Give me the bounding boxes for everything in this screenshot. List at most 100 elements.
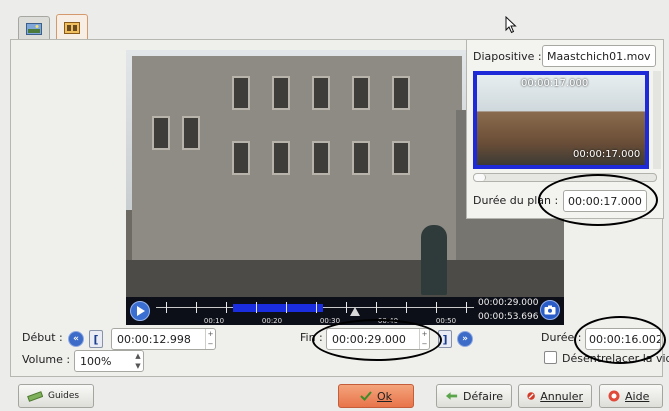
debut-field[interactable]: 00:00:12.998 + −	[111, 328, 216, 350]
window	[392, 141, 410, 175]
window	[392, 76, 410, 110]
fin-label: Fin :	[300, 331, 323, 344]
thumbnail-end-time: 00:00:17.000	[573, 149, 641, 160]
window	[352, 141, 370, 175]
duree-value: 00:00:16.002	[589, 332, 660, 346]
guides-label: Guides	[48, 391, 80, 401]
mouse-cursor-icon	[505, 16, 517, 34]
video-frame-building	[132, 56, 462, 266]
deinterlace-checkbox[interactable]	[544, 351, 557, 364]
timeline-tick	[166, 302, 167, 313]
timeline-tick	[226, 302, 227, 313]
window	[272, 141, 290, 175]
guides-button[interactable]: Guides	[18, 384, 94, 408]
bracket-close-icon: ]	[442, 332, 448, 346]
diapositive-value: Maastchich01.mov	[547, 49, 651, 63]
go-to-end-button[interactable]: »	[457, 331, 473, 347]
spin-arrows[interactable]: + −	[419, 329, 429, 349]
rewind-icon: «	[73, 334, 79, 344]
set-start-button[interactable]: [	[89, 330, 103, 348]
volume-value: 100%	[80, 354, 112, 368]
scrollbar-thumb[interactable]	[474, 174, 486, 181]
diapositive-field[interactable]: Maastchich01.mov	[542, 45, 656, 67]
spin-down-icon[interactable]: −	[422, 340, 428, 348]
timeline-tick	[436, 302, 437, 313]
cancel-label: Annuler	[540, 389, 583, 403]
cancel-icon	[527, 392, 535, 400]
duree-label: Durée :	[541, 331, 582, 344]
fast-forward-icon: »	[462, 334, 468, 344]
window	[352, 76, 370, 110]
playhead-marker[interactable]	[350, 307, 360, 316]
window	[232, 76, 250, 110]
duree-plan-field[interactable]: 00:00:17.000	[563, 190, 647, 212]
snapshot-button[interactable]	[540, 300, 560, 320]
go-to-start-button[interactable]: «	[68, 331, 84, 347]
duree-plan-value: 00:00:17.000	[568, 194, 642, 208]
spin-arrows[interactable]: + −	[205, 329, 215, 349]
duree-plan-label: Durée du plan :	[473, 194, 559, 207]
tab-video[interactable]	[56, 14, 88, 40]
timeline-label: 00:30	[319, 317, 341, 325]
play-icon	[136, 306, 145, 316]
debut-value: 00:00:12.998	[117, 332, 191, 346]
ok-button[interactable]: Ok	[338, 384, 414, 408]
ok-label: Ok	[376, 389, 393, 403]
thumbnail-horizontal-scrollbar[interactable]	[473, 173, 657, 182]
play-button[interactable]	[130, 301, 150, 321]
camera-icon	[544, 305, 556, 315]
debut-label: Début :	[22, 331, 63, 344]
window	[232, 141, 250, 175]
video-frame-cyclist	[421, 225, 447, 295]
spin-up-icon[interactable]: +	[422, 330, 428, 338]
diapositive-label: Diapositive :	[473, 50, 542, 63]
timeline-tick	[376, 302, 377, 313]
tab-image[interactable]	[18, 16, 50, 40]
video-frame-street	[126, 260, 564, 297]
spin-down-icon[interactable]: −	[208, 340, 214, 348]
timeline-label: 00:20	[261, 317, 283, 325]
volume-label: Volume :	[22, 353, 71, 366]
cancel-button[interactable]: Annuler	[518, 384, 592, 408]
thumbnail-start-time: 00:00:17.000	[521, 78, 589, 89]
slide-thumbnail[interactable]: 00:00:17.000 00:00:17.000	[473, 71, 649, 169]
bracket-open-icon: [	[93, 332, 99, 346]
timeline-tick	[256, 302, 257, 313]
set-end-button[interactable]: ]	[438, 330, 452, 348]
window	[152, 116, 170, 150]
player-controls: 00:10 00:20 00:30 00:40 00:50 00:00:29.0…	[126, 297, 564, 325]
select-arrows-icon: ▲ ▼	[135, 352, 141, 370]
window	[312, 141, 330, 175]
fin-field[interactable]: 00:00:29.000 + −	[326, 328, 430, 350]
image-icon	[26, 22, 42, 35]
timeline-tick	[406, 302, 407, 313]
window	[182, 116, 200, 150]
timeline-label: 00:10	[203, 317, 225, 325]
thumbnail-vertical-scrollbar[interactable]	[653, 71, 661, 169]
timeline-tick	[466, 302, 467, 313]
spin-up-icon[interactable]: +	[208, 330, 214, 338]
timeline-label: 00:50	[435, 317, 457, 325]
window	[312, 76, 330, 110]
help-label: Aide	[625, 389, 650, 403]
video-clip-icon	[64, 21, 80, 34]
current-time: 00:00:29.000	[478, 298, 539, 308]
total-time: 00:00:53.696	[478, 312, 539, 322]
deinterlace-label: Désentrelacer la vidéo	[562, 352, 669, 365]
ruler-icon	[27, 391, 43, 402]
timeline-tick	[196, 302, 197, 313]
duree-field[interactable]: 00:00:16.002	[585, 328, 661, 350]
fin-value: 00:00:29.000	[332, 332, 406, 346]
undo-button[interactable]: Défaire	[436, 384, 512, 408]
help-button[interactable]: Aide	[599, 384, 663, 408]
thumbnail-image: 00:00:17.000 00:00:17.000	[477, 75, 645, 165]
help-lifebuoy-icon	[608, 390, 620, 402]
volume-select[interactable]: 100% ▲ ▼	[74, 350, 144, 372]
slide-popup: Diapositive : Maastchich01.mov 00:00:17.…	[466, 39, 664, 219]
clip-editor-dialog: 00:10 00:20 00:30 00:40 00:50 00:00:29.0…	[0, 0, 669, 411]
timeline-label: 00:40	[377, 317, 399, 325]
undo-arrow-icon	[445, 392, 458, 400]
timeline-selection	[233, 304, 323, 312]
timeline-scrubber[interactable]: 00:10 00:20 00:30 00:40 00:50	[156, 299, 474, 325]
timeline-tick	[346, 302, 347, 313]
